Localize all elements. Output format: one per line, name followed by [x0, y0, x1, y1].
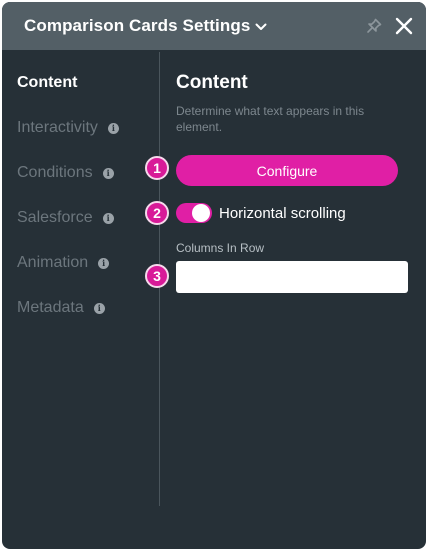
info-icon: i: [98, 257, 110, 269]
horizontal-scrolling-row: Horizontal scrolling: [176, 203, 346, 223]
panel-header: Comparison Cards Settings: [2, 2, 426, 50]
nav-item-label: Animation: [17, 254, 89, 271]
settings-nav: Content Interactivity i Conditions i Sal…: [2, 50, 159, 549]
pin-icon[interactable]: [366, 18, 382, 39]
settings-panel: Comparison Cards Settings Content Intera…: [2, 2, 426, 549]
nav-item-interactivity[interactable]: Interactivity i: [17, 119, 119, 137]
toggle-label: Horizontal scrolling: [219, 204, 346, 222]
columns-in-row-label: Columns In Row: [176, 241, 265, 255]
configure-button[interactable]: Configure: [176, 155, 398, 186]
nav-item-label: Salesforce: [17, 209, 93, 226]
info-icon: i: [102, 167, 114, 179]
nav-item-conditions[interactable]: Conditions i: [17, 164, 114, 182]
horizontal-scrolling-toggle[interactable]: [176, 203, 212, 223]
content-description: Determine what text appears in this elem…: [176, 104, 365, 134]
info-icon: i: [107, 122, 119, 134]
columns-in-row-input[interactable]: [176, 261, 408, 293]
nav-item-label: Content: [17, 74, 78, 91]
nav-item-label: Interactivity: [17, 119, 98, 136]
step-badge-3: 3: [145, 264, 169, 288]
nav-item-label: Conditions: [17, 164, 93, 181]
close-icon[interactable]: [395, 17, 413, 40]
step-badge-1: 1: [145, 156, 169, 180]
info-icon: i: [102, 212, 114, 224]
nav-item-salesforce[interactable]: Salesforce i: [17, 209, 114, 227]
nav-item-metadata[interactable]: Metadata i: [17, 299, 105, 317]
step-badge-2: 2: [145, 201, 169, 225]
toggle-knob: [192, 204, 210, 222]
content-title: Content: [176, 72, 248, 93]
chevron-down-icon[interactable]: [255, 18, 267, 36]
info-icon: i: [93, 302, 105, 314]
nav-item-content[interactable]: Content: [17, 74, 77, 92]
panel-title: Comparison Cards Settings: [24, 16, 251, 35]
nav-item-animation[interactable]: Animation i: [17, 254, 110, 272]
panel-title-dropdown[interactable]: Comparison Cards Settings: [24, 16, 267, 36]
nav-item-label: Metadata: [17, 299, 84, 316]
